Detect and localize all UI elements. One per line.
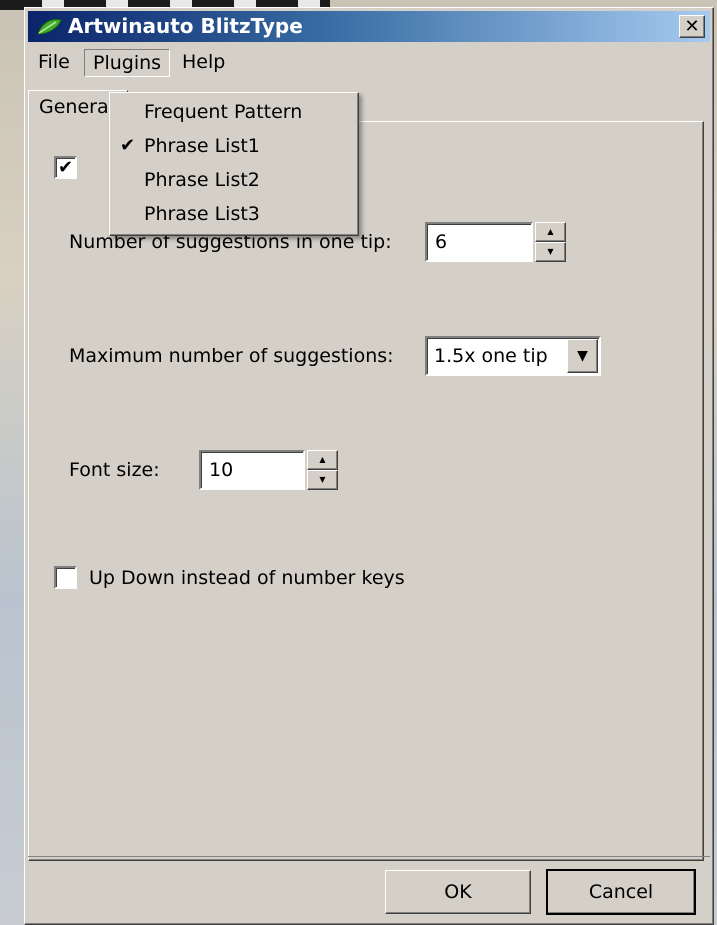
menu-plugins[interactable]: Plugins: [84, 49, 171, 77]
app-leaf-icon: [37, 19, 62, 35]
checkmark-icon: ✔: [57, 156, 74, 178]
suggestions-in-tip-stepper: ▲ ▼: [535, 222, 566, 262]
plugin-phrase-list2[interactable]: Phrase List2: [110, 163, 358, 197]
enable-checkbox[interactable]: ✔: [54, 156, 77, 179]
plugin-frequent-pattern[interactable]: Frequent Pattern: [110, 95, 358, 129]
plugins-menu-dropdown: Frequent Pattern ✔ Phrase List1 Phrase L…: [109, 92, 359, 236]
close-button[interactable]: ✕: [679, 15, 705, 38]
menu-item-label: Phrase List2: [144, 169, 260, 191]
suggestions-in-tip-input[interactable]: 6: [425, 222, 533, 262]
menu-bar: File Plugins Help: [28, 44, 710, 80]
spin-down-icon: ▼: [319, 475, 326, 484]
spin-down-icon: ▼: [547, 247, 554, 256]
updown-keys-label: Up Down instead of number keys: [89, 567, 405, 589]
chevron-down-icon: ▼: [577, 348, 588, 364]
max-suggestions-select[interactable]: 1.5x one tip ▼: [425, 336, 601, 376]
ok-button[interactable]: OK: [385, 870, 531, 914]
close-icon: ✕: [684, 15, 700, 37]
combo-dropdown-button[interactable]: ▼: [567, 339, 598, 373]
spin-down-button[interactable]: ▼: [535, 242, 566, 262]
window-title: Artwinauto BlitzType: [68, 14, 303, 38]
title-bar[interactable]: Artwinauto BlitzType ✕: [28, 11, 710, 42]
menu-item-label: Frequent Pattern: [144, 101, 303, 123]
menu-file[interactable]: File: [30, 49, 78, 77]
spin-up-button[interactable]: ▲: [535, 222, 566, 242]
max-suggestions-label: Maximum number of suggestions:: [69, 345, 394, 367]
button-bar: OK Cancel: [28, 856, 710, 921]
main-window: Artwinauto BlitzType ✕ File Plugins Help…: [24, 7, 714, 925]
spin-up-button[interactable]: ▲: [307, 450, 338, 470]
spin-up-icon: ▲: [547, 227, 554, 236]
font-size-label: Font size:: [69, 459, 160, 481]
font-size-stepper: ▲ ▼: [307, 450, 338, 490]
checkmark-icon: ✔: [120, 135, 136, 156]
updown-keys-checkbox[interactable]: [54, 566, 77, 589]
spin-up-icon: ▲: [319, 455, 326, 464]
plugin-phrase-list1[interactable]: ✔ Phrase List1: [110, 129, 358, 163]
plugin-phrase-list3[interactable]: Phrase List3: [110, 197, 358, 231]
font-size-input[interactable]: 10: [199, 450, 305, 490]
menu-help[interactable]: Help: [174, 49, 233, 77]
menu-item-label: Phrase List1: [144, 135, 260, 157]
max-suggestions-value: 1.5x one tip: [434, 345, 548, 367]
cancel-button[interactable]: Cancel: [546, 869, 696, 915]
spin-down-button[interactable]: ▼: [307, 470, 338, 490]
menu-item-label: Phrase List3: [144, 203, 260, 225]
